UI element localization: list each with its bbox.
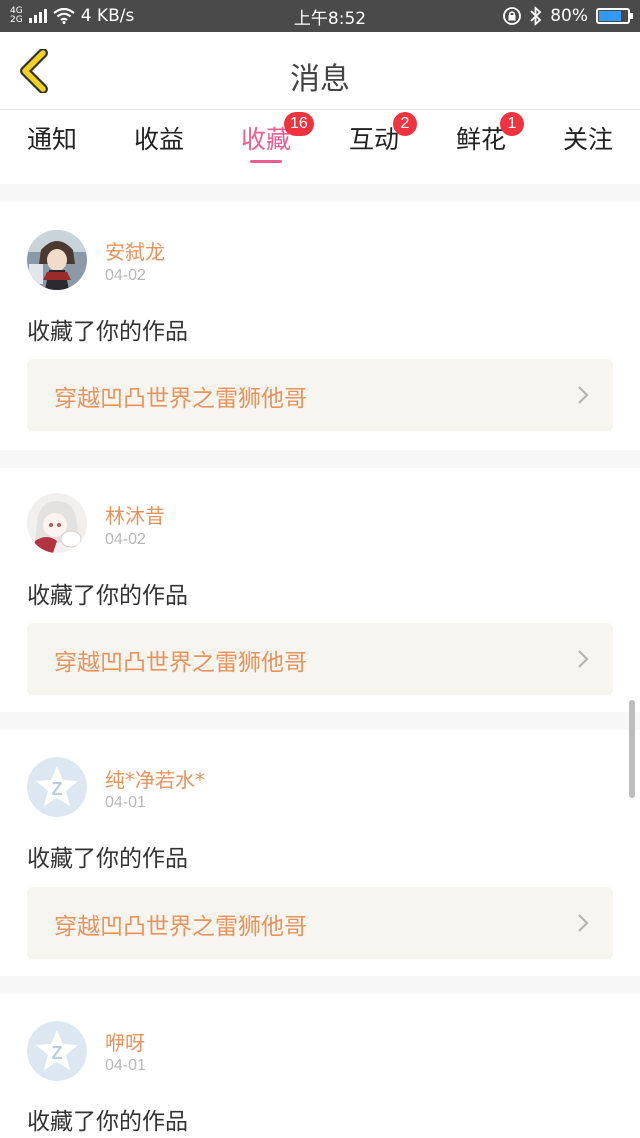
action-text: 收藏了你的作品 (27, 846, 188, 872)
tab-badge: 2 (393, 112, 417, 136)
timestamp: 04-02 (105, 267, 146, 284)
signal-icon (28, 9, 47, 23)
anime-boy-avatar[interactable] (27, 230, 87, 290)
section-divider (0, 712, 640, 730)
svg-text:Z: Z (52, 1043, 63, 1063)
tab-label: 关注 (562, 125, 613, 154)
section-divider (0, 450, 640, 468)
tab-earnings[interactable]: 收益 (131, 120, 187, 176)
username[interactable]: 林沐昔 (105, 500, 165, 529)
svg-text:Z: Z (52, 779, 63, 799)
tab-favorites[interactable]: 收藏 16 (238, 112, 314, 176)
tab-flowers[interactable]: 鲜花 1 (453, 112, 524, 176)
action-text: 收藏了你的作品 (27, 319, 188, 345)
tab-following[interactable]: 关注 (560, 120, 616, 176)
wifi-icon (53, 8, 75, 24)
default-star-avatar[interactable]: Z (27, 757, 87, 817)
anime-girl-avatar[interactable] (27, 493, 87, 553)
work-title: 穿越凹凸世界之雷狮他哥 (54, 650, 307, 676)
tab-label: 通知 (26, 125, 77, 154)
username[interactable]: 咿呀 (105, 1027, 145, 1056)
tab-badge: 1 (500, 112, 524, 136)
status-bar: 4G 2G 4 KB/s 上午8:52 80% (0, 0, 640, 32)
page-title: 消息 (290, 62, 350, 97)
list-item: Z 咿呀 04-01 收藏了你的作品 (0, 994, 640, 1138)
battery-percent: 80% (550, 6, 588, 26)
username[interactable]: 安弑龙 (105, 236, 165, 265)
bluetooth-icon (530, 6, 542, 26)
timestamp: 04-01 (105, 794, 146, 811)
tab-bar: 通知 收益 收藏 16 互动 2 鲜花 1 关注 (0, 110, 640, 184)
work-title: 穿越凹凸世界之雷狮他哥 (54, 914, 307, 940)
action-text: 收藏了你的作品 (27, 583, 188, 609)
chevron-right-icon (578, 914, 589, 932)
tab-interactions[interactable]: 互动 2 (346, 112, 417, 176)
scrollbar[interactable] (629, 700, 635, 798)
timestamp: 04-01 (105, 1057, 146, 1074)
status-left: 4G 2G 4 KB/s (10, 6, 210, 26)
status-time: 上午8:52 (293, 8, 367, 29)
list-item: 林沐昔 04-02 收藏了你的作品 穿越凹凸世界之雷狮他哥 (0, 468, 640, 714)
battery-level (599, 11, 622, 21)
status-right: 80% (490, 6, 633, 26)
battery-icon (596, 8, 633, 24)
list-item: 安弑龙 04-02 收藏了你的作品 穿越凹凸世界之雷狮他哥 (0, 202, 640, 450)
section-divider (0, 976, 640, 994)
work-link[interactable]: 穿越凹凸世界之雷狮他哥 (27, 887, 613, 959)
chevron-right-icon (578, 650, 589, 668)
work-link[interactable]: 穿越凹凸世界之雷狮他哥 (27, 623, 613, 695)
timestamp: 04-02 (105, 531, 146, 548)
default-star-avatar[interactable]: Z (27, 1021, 87, 1081)
network-bottom-label: 2G (10, 15, 23, 25)
list-item: Z 纯*净若水* 04-01 收藏了你的作品 穿越凹凸世界之雷狮他哥 (0, 730, 640, 976)
chevron-right-icon (578, 386, 589, 404)
tab-notifications[interactable]: 通知 (24, 120, 80, 176)
work-link[interactable]: 穿越凹凸世界之雷狮他哥 (27, 359, 613, 431)
network-speed: 4 KB/s (80, 6, 135, 26)
username[interactable]: 纯*净若水* (105, 764, 205, 793)
work-title: 穿越凹凸世界之雷狮他哥 (54, 386, 307, 412)
tab-badge: 16 (284, 112, 314, 136)
section-divider (0, 184, 640, 202)
active-tab-indicator (250, 160, 282, 163)
action-text: 收藏了你的作品 (27, 1109, 188, 1135)
header: 消息 (0, 32, 640, 110)
network-type: 4G 2G (10, 7, 23, 25)
tab-label: 收益 (133, 125, 184, 154)
rotation-lock-icon (503, 7, 522, 25)
